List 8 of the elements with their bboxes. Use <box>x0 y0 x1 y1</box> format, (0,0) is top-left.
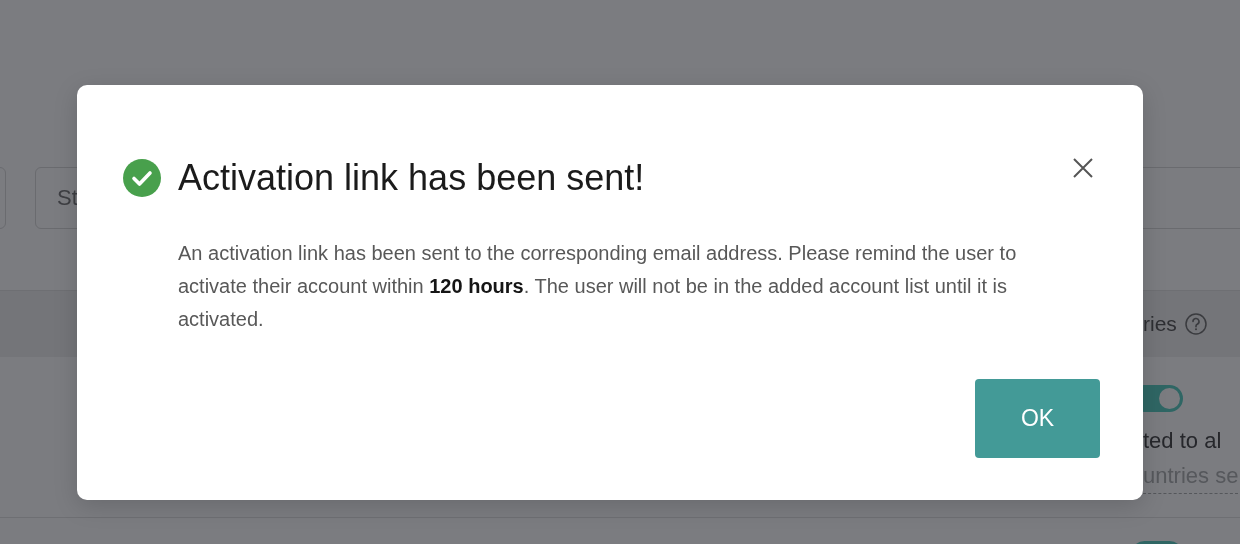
dialog-message: An activation link has been sent to the corresponding email address. Please remind the user to activate their account within 120 hours. The user will not be in the added account list until it is activated. <box>178 241 1018 332</box>
dialog-title: Activation link has been sent! <box>178 157 646 199</box>
close-icon <box>1073 158 1093 178</box>
check-circle-icon <box>123 159 161 197</box>
column-header: ries <box>1143 312 1177 336</box>
help-icon[interactable] <box>1184 313 1207 335</box>
ok-button[interactable]: OK <box>975 379 1100 458</box>
row-text: ted to al <box>1143 427 1222 455</box>
